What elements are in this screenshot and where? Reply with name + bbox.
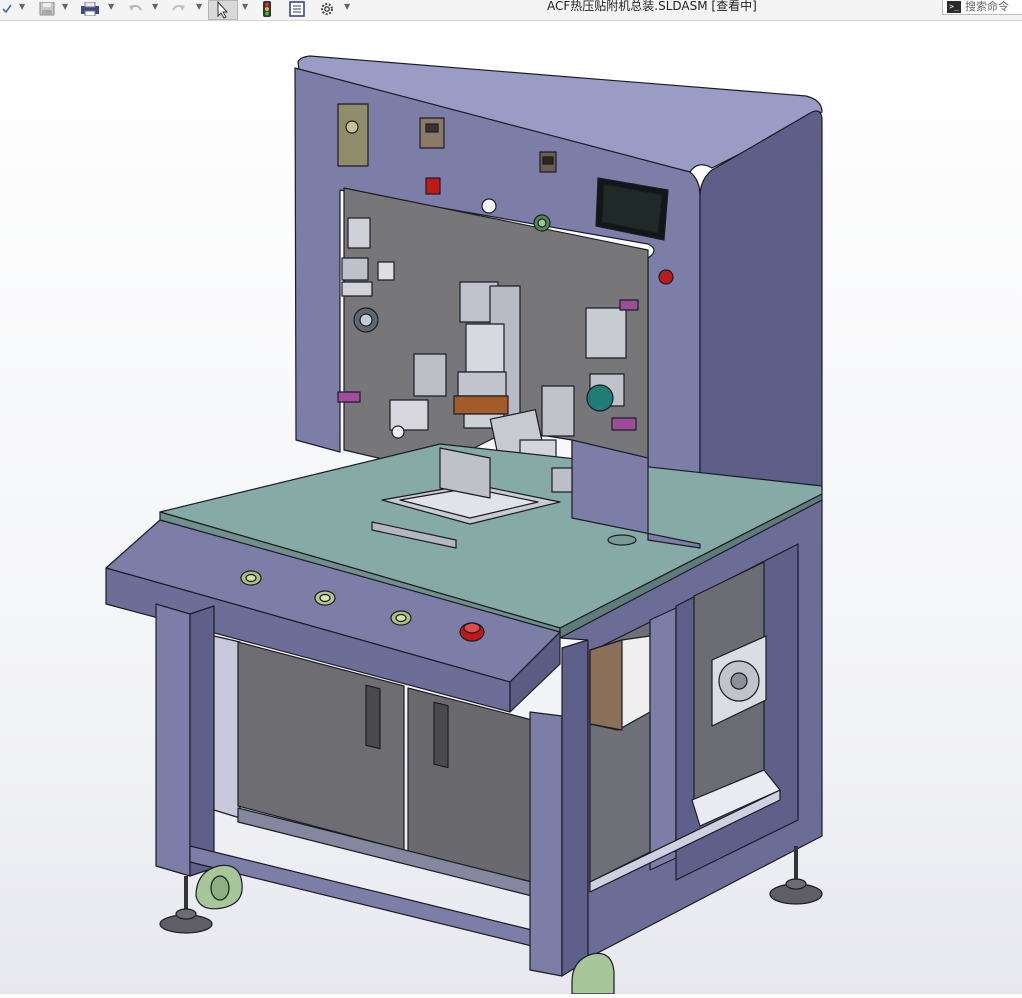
power-switch-plate — [337, 103, 369, 167]
select-dropdown-caret[interactable]: ▼ — [242, 2, 248, 11]
save-dropdown-caret[interactable]: ▼ — [62, 2, 68, 11]
search-commands-box[interactable]: >_ 搜索命令 — [942, 0, 1022, 15]
purple-bolt-left — [337, 391, 361, 403]
cable-port — [607, 534, 637, 546]
redo-icon[interactable] — [168, 0, 190, 18]
frame-front-right-leg — [529, 711, 563, 977]
door-right — [407, 687, 533, 883]
heating-block — [453, 395, 509, 415]
redo-dropdown-caret[interactable]: ▼ — [196, 2, 202, 11]
save-icon[interactable] — [36, 0, 58, 18]
frame-left-leg — [155, 603, 191, 877]
rebuild-dropdown-caret[interactable]: ▼ — [19, 2, 25, 11]
print-dropdown-caret[interactable]: ▼ — [108, 2, 114, 11]
door-right-handle — [433, 701, 449, 769]
file-properties-icon[interactable] — [286, 0, 308, 18]
temperature-controller — [419, 117, 445, 149]
red-alarm-lamp — [658, 269, 674, 285]
power-knob — [345, 120, 359, 134]
acf-bonding-machine-model — [0, 21, 1022, 995]
door-left-handle — [365, 684, 381, 750]
traffic-light-icon[interactable] — [258, 0, 276, 18]
options-gear-icon[interactable] — [316, 0, 338, 18]
red-indicator — [425, 177, 441, 195]
title-bar: ▼ ▼ ▼ ▼ ▼ ▼ ▼ ACF热压贴附机总装.SLDASM [查看中] >_… — [0, 0, 1022, 21]
select-button[interactable] — [208, 0, 238, 20]
teal-knob — [586, 384, 614, 412]
rebuild-icon[interactable] — [0, 0, 14, 18]
purple-bolt-right-top — [619, 299, 639, 311]
command-prompt-icon: >_ — [947, 1, 961, 13]
search-placeholder: 搜索命令 — [965, 0, 1009, 13]
graphics-area[interactable] — [0, 21, 1022, 995]
select-arrow-icon — [217, 0, 229, 19]
white-lamp — [481, 198, 497, 214]
document-title: ACF热压贴附机总装.SLDASM [查看中] — [547, 0, 757, 13]
undo-icon[interactable] — [124, 0, 146, 18]
print-icon[interactable] — [78, 0, 102, 18]
options-dropdown-caret[interactable]: ▼ — [344, 2, 350, 11]
purple-bolt-right — [611, 417, 637, 431]
undo-dropdown-caret[interactable]: ▼ — [152, 2, 158, 11]
